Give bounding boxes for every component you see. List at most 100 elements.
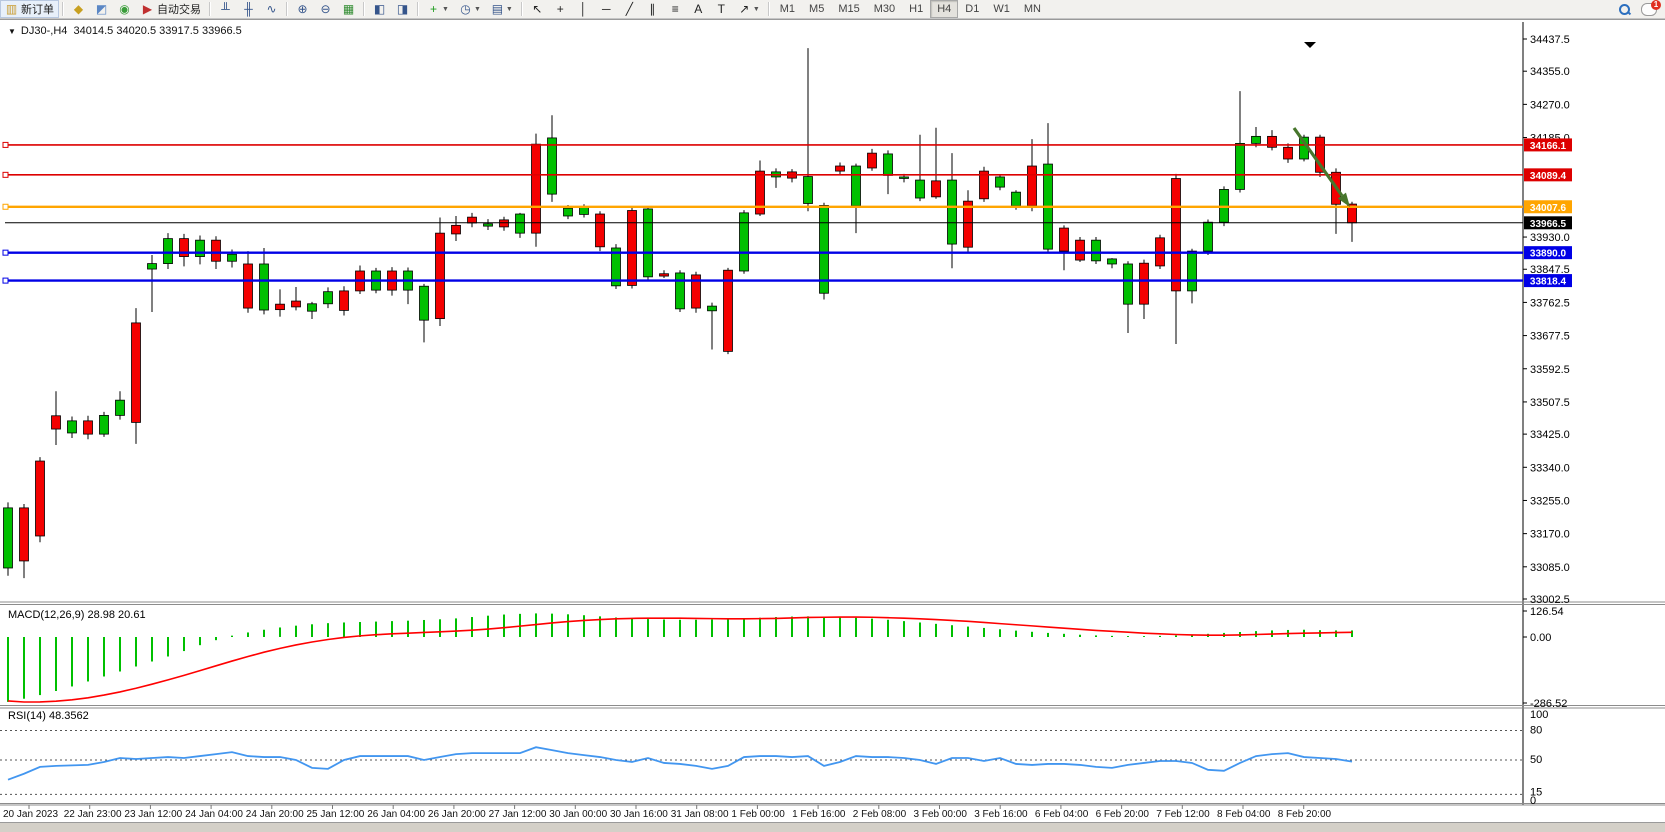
zoom-in-icon[interactable]: ⊕ — [291, 0, 314, 18]
fibonacci-icon[interactable]: ≡ — [664, 0, 687, 18]
candle-bullish — [948, 180, 957, 244]
price-tag-label: 34089.4 — [1530, 171, 1567, 182]
vertical-line-icon: │ — [577, 2, 590, 16]
search-icon[interactable] — [1618, 3, 1631, 16]
text-icon[interactable]: A — [687, 0, 710, 18]
timeframe-m15-button[interactable]: M15 — [831, 0, 866, 18]
bar-chart-icon[interactable]: ╨ — [214, 0, 237, 18]
candle-bearish — [340, 291, 349, 311]
candle-bearish — [212, 240, 221, 261]
timeframe-mn-button[interactable]: MN — [1017, 0, 1048, 18]
candle-bearish — [500, 220, 509, 227]
candle-bullish — [1012, 192, 1021, 206]
timeframe-m5-button[interactable]: M5 — [802, 0, 831, 18]
time-tick-label: 24 Jan 04:00 — [185, 809, 243, 820]
candlestick-chart-icon[interactable]: ╫ — [237, 0, 260, 18]
auto-trading-button[interactable]: ▶自动交易 — [136, 0, 206, 18]
period-clock-icon[interactable]: ◷▼ — [454, 0, 486, 18]
price-chart-canvas[interactable]: 34437.534355.034270.034185.033930.033847… — [0, 20, 1665, 822]
time-tick-label: 25 Jan 12:00 — [307, 809, 365, 820]
candle-bearish — [1172, 179, 1181, 291]
arrows-icon[interactable]: ↗▼ — [733, 0, 765, 18]
crosshair-icon[interactable]: + — [549, 0, 572, 18]
time-tick-label: 24 Jan 20:00 — [246, 809, 304, 820]
horizontal-line-icon: ─ — [600, 2, 613, 16]
line-chart-icon: ∿ — [265, 2, 278, 16]
candle-bearish — [1060, 228, 1069, 251]
timeframe-m30-button[interactable]: M30 — [867, 0, 902, 18]
candle-bearish — [84, 421, 93, 434]
candle-bullish — [548, 138, 557, 194]
chevron-down-icon[interactable]: ▼ — [442, 6, 449, 13]
signal-icon[interactable]: ◉ — [113, 0, 136, 18]
horizontal-line-icon[interactable]: ─ — [595, 0, 618, 18]
notifications-icon[interactable]: 1 — [1641, 3, 1657, 16]
toolbar-separator — [209, 2, 211, 16]
add-indicator-icon[interactable]: +▼ — [422, 0, 454, 18]
time-tick-label: 1 Feb 00:00 — [731, 809, 785, 820]
price-tag-label: 33966.5 — [1530, 219, 1567, 230]
chevron-down-icon[interactable]: ▼ — [474, 6, 481, 13]
new-order-button[interactable]: ▥新订单 — [0, 0, 59, 18]
chart-shift-icon[interactable]: ◨ — [391, 0, 414, 18]
time-tick-label: 20 Jan 2023 — [3, 809, 58, 820]
candle-bullish — [916, 180, 925, 198]
timeframe-h4-button[interactable]: H4 — [930, 0, 958, 18]
macd-axis-label: 0.00 — [1530, 632, 1551, 644]
line-anchor[interactable] — [3, 204, 8, 209]
candle-bullish — [196, 240, 205, 256]
candle-bearish — [596, 214, 605, 247]
rsi-axis-label: 0 — [1530, 795, 1536, 807]
template-icon[interactable]: ▤▼ — [486, 0, 518, 18]
line-anchor[interactable] — [3, 278, 8, 283]
price-tick-label: 33340.0 — [1530, 462, 1570, 474]
zoom-out-icon[interactable]: ⊖ — [314, 0, 337, 18]
chart-window[interactable]: ▼DJ30-,H4 34014.5 34020.5 33917.5 33966.… — [0, 19, 1665, 822]
profile-icon[interactable]: ◩ — [90, 0, 113, 18]
line-anchor[interactable] — [3, 172, 8, 177]
candle-bearish — [660, 274, 669, 276]
channel-icon[interactable]: ∥ — [641, 0, 664, 18]
chart-menu-icon[interactable]: ▼ — [8, 27, 16, 36]
price-tag-label: 33818.4 — [1530, 277, 1567, 288]
line-anchor[interactable] — [3, 142, 8, 147]
auto-trading-button-label: 自动交易 — [157, 1, 201, 17]
candle-bullish — [644, 209, 653, 277]
candle-bullish — [676, 273, 685, 309]
price-tick-label: 33002.5 — [1530, 594, 1570, 606]
time-tick-label: 30 Jan 00:00 — [549, 809, 607, 820]
candle-bullish — [228, 254, 237, 261]
auto-arrange-icon[interactable]: ◧ — [368, 0, 391, 18]
tile-windows-icon[interactable]: ▦ — [337, 0, 360, 18]
timeframe-d1-button[interactable]: D1 — [958, 0, 986, 18]
candle-bullish — [516, 214, 525, 233]
chevron-down-icon[interactable]: ▼ — [753, 6, 760, 13]
profile-icon: ◩ — [95, 2, 108, 16]
timeframe-w1-button[interactable]: W1 — [986, 0, 1017, 18]
toolbar-separator — [62, 2, 64, 16]
line-chart-icon[interactable]: ∿ — [260, 0, 283, 18]
time-tick-label: 3 Feb 00:00 — [914, 809, 968, 820]
toolbar-separator — [417, 2, 419, 16]
toolbar-separator — [363, 2, 365, 16]
candle-bullish — [484, 224, 493, 226]
candle-bullish — [564, 208, 573, 216]
timeframe-m1-button[interactable]: M1 — [773, 0, 802, 18]
text-label-icon[interactable]: T — [710, 0, 733, 18]
candle-bearish — [1140, 263, 1149, 304]
text-icon: A — [692, 2, 705, 16]
time-tick-label: 22 Jan 23:00 — [64, 809, 122, 820]
trendline-icon[interactable]: ╱ — [618, 0, 641, 18]
candle-bearish — [1076, 240, 1085, 260]
fibonacci-icon: ≡ — [669, 2, 682, 16]
candle-bearish — [292, 301, 301, 307]
cursor-icon[interactable]: ↖ — [526, 0, 549, 18]
chevron-down-icon[interactable]: ▼ — [506, 6, 513, 13]
vertical-line-icon[interactable]: │ — [572, 0, 595, 18]
timeframe-h1-button[interactable]: H1 — [902, 0, 930, 18]
deposit-icon[interactable]: ◆ — [67, 0, 90, 18]
candle-bearish — [52, 416, 61, 429]
time-tick-label: 6 Feb 20:00 — [1096, 809, 1150, 820]
candle-bullish — [260, 264, 269, 310]
line-anchor[interactable] — [3, 250, 8, 255]
